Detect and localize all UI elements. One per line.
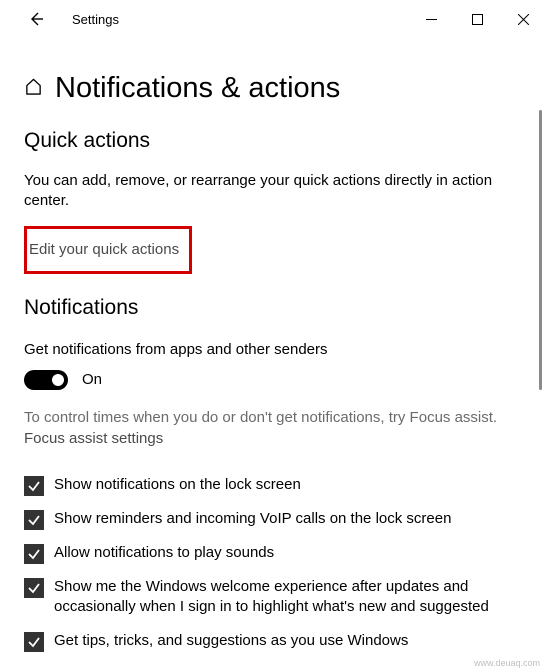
edit-quick-actions-link[interactable]: Edit your quick actions [27, 233, 183, 266]
scrollbar[interactable] [539, 110, 542, 390]
check-icon [27, 513, 41, 527]
checkbox-row: Show me the Windows welcome experience a… [24, 577, 526, 618]
app-name: Settings [72, 12, 119, 27]
notifications-checkbox-list: Show notifications on the lock screen Sh… [24, 475, 526, 652]
back-button[interactable] [24, 7, 48, 31]
notifications-heading: Notifications [24, 296, 526, 320]
checkbox-label: Show reminders and incoming VoIP calls o… [54, 509, 451, 529]
checkbox-label: Get tips, tricks, and suggestions as you… [54, 631, 408, 651]
check-icon [27, 547, 41, 561]
close-button[interactable] [500, 0, 546, 38]
check-icon [27, 635, 41, 649]
minimize-icon [426, 14, 437, 25]
checkbox-row: Get tips, tricks, and suggestions as you… [24, 631, 526, 652]
checkbox-label: Show notifications on the lock screen [54, 475, 301, 495]
checkbox-label: Show me the Windows welcome experience a… [54, 577, 498, 618]
minimize-button[interactable] [408, 0, 454, 38]
checkbox-label: Allow notifications to play sounds [54, 543, 274, 563]
focus-assist-help-text: To control times when you do or don't ge… [24, 408, 504, 428]
page-title: Notifications & actions [55, 72, 340, 105]
check-icon [27, 479, 41, 493]
back-arrow-icon [28, 11, 44, 27]
notifications-toggle-row: On [24, 370, 526, 390]
notifications-toggle-state: On [82, 371, 102, 388]
checkbox-play-sounds[interactable] [24, 544, 44, 564]
maximize-icon [472, 14, 483, 25]
checkbox-row: Allow notifications to play sounds [24, 543, 526, 564]
checkbox-row: Show notifications on the lock screen [24, 475, 526, 496]
window-controls [408, 0, 546, 38]
checkbox-row: Show reminders and incoming VoIP calls o… [24, 509, 526, 530]
toggle-thumb [52, 374, 64, 386]
focus-assist-settings-link[interactable]: Focus assist settings [24, 430, 526, 447]
close-icon [518, 14, 529, 25]
page-header: Notifications & actions [24, 72, 526, 105]
quick-actions-heading: Quick actions [24, 129, 526, 153]
checkbox-welcome-experience[interactable] [24, 578, 44, 598]
checkbox-reminders-voip[interactable] [24, 510, 44, 530]
home-icon[interactable] [24, 77, 43, 101]
checkbox-lock-screen-notifications[interactable] [24, 476, 44, 496]
attribution-text: www.deuaq.com [474, 658, 540, 668]
maximize-button[interactable] [454, 0, 500, 38]
notifications-toggle-caption: Get notifications from apps and other se… [24, 340, 496, 360]
checkbox-tips-tricks[interactable] [24, 632, 44, 652]
notifications-toggle[interactable] [24, 370, 68, 390]
content-area: Notifications & actions Quick actions Yo… [0, 72, 546, 652]
check-icon [27, 581, 41, 595]
quick-actions-description: You can add, remove, or rearrange your q… [24, 171, 496, 212]
edit-quick-actions-highlight: Edit your quick actions [24, 226, 192, 274]
title-bar: Settings [0, 0, 546, 38]
